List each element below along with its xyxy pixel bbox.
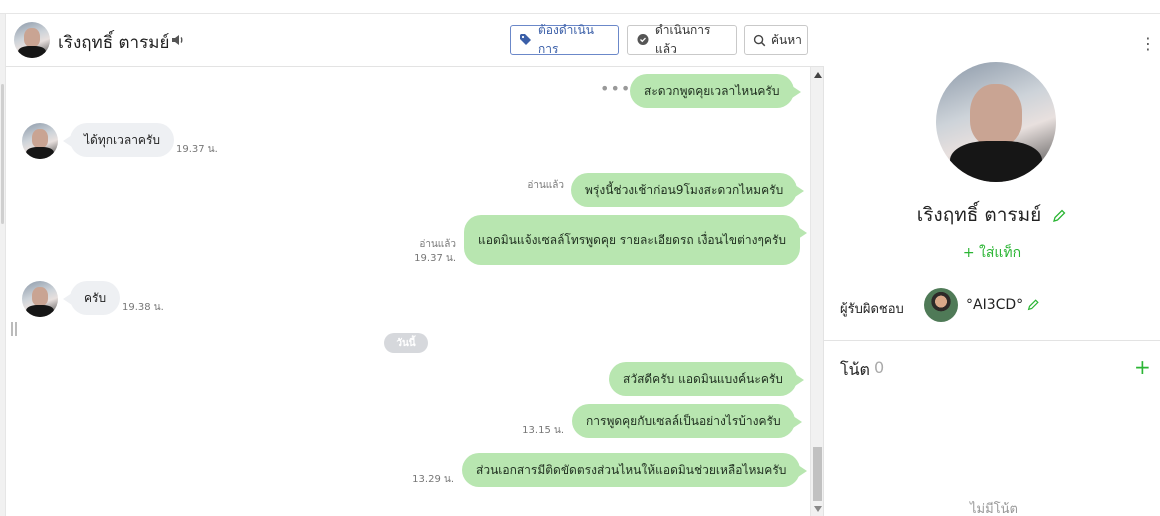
pencil-icon[interactable] [1026,298,1040,312]
search-button[interactable]: ค้นหา [744,25,808,55]
profile-avatar[interactable] [936,62,1056,182]
message-text: แอดมินแจ้งเซลล์โทรพูดคุย รายละเอียดรถ เง… [478,232,787,247]
contact-avatar[interactable] [22,281,58,317]
scroll-down-icon[interactable] [814,506,822,512]
done-button-label: ดำเนินการแล้ว [655,23,711,56]
top-bar [0,0,1160,14]
profile-panel: ⋮ เริงฤทธิ์ ตารมย์ + ใส่แท็ก ผู้รับผิดชอ… [824,14,1160,516]
chat-app: เริงฤทธิ์ ตารมย์ ต้องดำเนินการ ดำเนินการ… [0,0,1160,516]
message-scrollbar[interactable] [810,67,824,516]
search-button-label: ค้นหา [771,32,802,47]
message-text: สวัสดีครับ แอดมินแบงค์นะครับ [623,371,783,386]
add-note-button[interactable]: + [1134,355,1151,379]
message-text: ครับ [84,290,107,305]
responsible-avatar[interactable] [924,288,958,322]
message-bubble[interactable]: การพูดคุยกับเซลล์เป็นอย่างไรบ้างครับ [572,404,802,438]
message-text: ได้ทุกเวลาครับ [84,132,161,147]
profile-name: เริงฤทธิ์ ตารมย์ [824,200,1160,230]
message-bubble[interactable]: สะดวกพูดคุยเวลาไหนครับ [630,74,800,108]
empty-notes-text: ไม่มีโน้ต [970,502,1018,516]
read-status: อ่านแล้ว [419,239,456,250]
read-status: อ่านแล้ว [527,180,564,191]
kebab-menu-icon[interactable]: ⋮ [1140,34,1156,53]
message-time: 13.29 น. [412,474,454,485]
notes-title: โน้ต [840,360,870,379]
message-text: ส่วนเอกสารมีติดขัดตรงส่วนไหนให้แอดมินช่ว… [476,462,787,477]
message-time: 19.38 น. [122,302,164,313]
pencil-icon[interactable] [1051,208,1067,224]
more-options-icon[interactable]: ••• [600,79,631,98]
search-icon [753,34,766,46]
message-bubble[interactable]: แอดมินแจ้งเซลล์โทรพูดคุย รายละเอียดรถ เง… [464,215,808,265]
left-scrollbar-thumb[interactable] [1,84,4,224]
message-bubble[interactable]: สวัสดีครับ แอดมินแบงค์นะครับ [609,362,804,396]
responsible-label: ผู้รับผิดชอบ [840,302,904,317]
tag-icon [520,34,531,45]
message-list[interactable]: ••• สะดวกพูดคุยเวลาไหนครับ ได้ทุกเวลาครั… [6,67,810,516]
responsible-name: °AI3CD° [966,297,1024,313]
profile-name-text: เริงฤทธิ์ ตารมย์ [916,204,1042,226]
todo-button-label: ต้องดำเนินการ [538,23,594,56]
speaker-icon[interactable] [170,32,186,48]
message-text: การพูดคุยกับเซลล์เป็นอย่างไรบ้างครับ [586,413,781,428]
contact-avatar[interactable] [22,123,58,159]
chat-check-icon [637,34,649,45]
add-tag-button[interactable]: + ใส่แท็ก [824,242,1160,264]
message-bubble[interactable]: พรุ่งนี้ช่วงเช้าก่อน9โมงสะดวกไหมครับ [571,173,805,207]
contact-name: เริงฤทธิ์ ตารมย์ [58,33,170,53]
done-button[interactable]: ดำเนินการแล้ว [627,23,737,56]
message-bubble[interactable]: ส่วนเอกสารมีติดขัดตรงส่วนไหนให้แอดมินช่ว… [462,453,808,487]
message-bubble[interactable]: ครับ [62,281,121,315]
resize-handle[interactable] [11,322,17,336]
message-text: พรุ่งนี้ช่วงเช้าก่อน9โมงสะดวกไหมครับ [585,182,784,197]
notes-count: 0 [874,358,885,377]
message-time: 19.37 น. [414,253,456,264]
scrollbar-thumb[interactable] [813,447,822,501]
scroll-up-icon[interactable] [814,72,822,78]
todo-button[interactable]: ต้องดำเนินการ [510,23,619,56]
message-time: 19.37 น. [176,144,218,155]
message-text: สะดวกพูดคุยเวลาไหนครับ [644,83,780,98]
contact-avatar[interactable] [14,22,50,58]
message-bubble[interactable]: ได้ทุกเวลาครับ [62,123,175,157]
date-separator: วันนี้ [384,333,428,353]
chat-header: เริงฤทธิ์ ตารมย์ ต้องดำเนินการ ดำเนินการ… [6,14,824,67]
divider [824,340,1160,341]
message-time: 13.15 น. [522,425,564,436]
